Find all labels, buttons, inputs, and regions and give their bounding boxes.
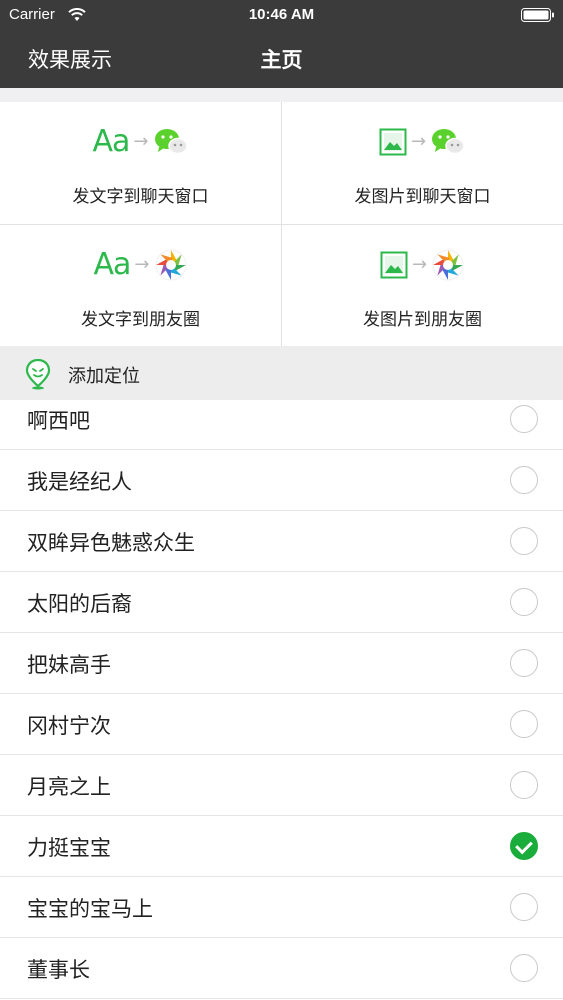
add-location-header[interactable]: 添加定位: [0, 346, 563, 400]
location-pin-icon: [25, 358, 51, 390]
image-icon: [379, 128, 407, 156]
list-item-label: 宝宝的宝马上: [27, 897, 153, 921]
share-option-label: 发图片到朋友圈: [363, 310, 482, 330]
wechat-icon: [432, 129, 465, 155]
list-item-label: 双眸异色魅惑众生: [27, 531, 195, 555]
arrow-right-icon: →: [411, 254, 428, 275]
list-item-label: 月亮之上: [27, 775, 111, 799]
share-image-to-chat[interactable]: → 发图片到聊天窗口: [282, 102, 563, 224]
list-item-label: 太阳的后裔: [27, 592, 132, 616]
list-item-label: 我是经纪人: [27, 470, 132, 494]
list-item[interactable]: 力挺宝宝: [0, 816, 563, 877]
radio-button[interactable]: [510, 527, 538, 555]
list-item[interactable]: 啊西吧: [0, 400, 563, 450]
text-icon: Aa: [92, 124, 131, 159]
radio-button-checked[interactable]: [510, 832, 538, 860]
list-item[interactable]: 把妹高手: [0, 633, 563, 694]
list-item-label: 冈村宁次: [27, 714, 111, 738]
list-item[interactable]: 太阳的后裔: [0, 572, 563, 633]
list-item-label: 啊西吧: [27, 409, 90, 433]
radio-button[interactable]: [510, 893, 538, 921]
top-bar: Carrier 10:46 AM 效果展示 主页: [0, 0, 563, 88]
list-item[interactable]: 冈村宁次: [0, 694, 563, 755]
arrow-right-icon: →: [410, 131, 427, 152]
share-text-to-moments[interactable]: Aa → 发文字到朋友圈: [0, 225, 281, 347]
radio-button[interactable]: [510, 588, 538, 616]
share-option-label: 发文字到朋友圈: [81, 310, 200, 330]
list-item-label: 力挺宝宝: [27, 836, 111, 860]
status-bar: Carrier 10:46 AM: [0, 0, 563, 30]
list-item[interactable]: 宝宝的宝马上: [0, 877, 563, 938]
radio-button[interactable]: [510, 405, 538, 433]
share-option-label: 发文字到聊天窗口: [72, 187, 209, 207]
page-title: 主页: [260, 48, 303, 72]
list-item-label: 把妹高手: [27, 653, 111, 677]
radio-button[interactable]: [510, 954, 538, 982]
radio-button[interactable]: [510, 649, 538, 677]
list-item[interactable]: 双眸异色魅惑众生: [0, 511, 563, 572]
radio-button[interactable]: [510, 466, 538, 494]
list-item[interactable]: 月亮之上: [0, 755, 563, 816]
share-image-to-moments[interactable]: → 发图片到朋友圈: [282, 225, 563, 347]
list-item-label: 董事长: [27, 958, 90, 982]
moments-icon: [155, 249, 186, 281]
add-location-label: 添加定位: [68, 366, 140, 387]
list-item[interactable]: 我是经纪人: [0, 450, 563, 511]
image-icon: [380, 251, 408, 279]
radio-button[interactable]: [510, 771, 538, 799]
location-list: 啊西吧 我是经纪人 双眸异色魅惑众生 太阳的后裔 把妹高手 冈村宁次 月亮之上 …: [0, 400, 563, 1000]
moments-icon: [432, 249, 464, 281]
share-text-to-chat[interactable]: Aa → 发文字到聊天窗口: [0, 102, 281, 224]
radio-button[interactable]: [510, 710, 538, 738]
arrow-right-icon: →: [134, 254, 150, 275]
status-time: 10:46 AM: [248, 6, 315, 23]
share-option-label: 发图片到聊天窗口: [354, 187, 491, 207]
share-options-grid: Aa → 发文字到聊天窗口 → 发图片到聊天窗口 Aa → 发文字到朋友圈 → …: [0, 102, 563, 346]
battery-icon: [521, 8, 554, 22]
text-icon: Aa: [93, 247, 132, 282]
arrow-right-icon: →: [133, 131, 149, 152]
list-item[interactable]: 董事长: [0, 938, 563, 999]
wechat-icon: [154, 129, 188, 155]
